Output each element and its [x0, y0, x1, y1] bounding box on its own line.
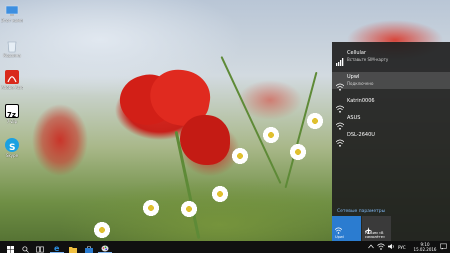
network-name: ASUS — [347, 115, 361, 121]
action-center-button[interactable] — [440, 243, 447, 251]
wifi-icon — [335, 132, 345, 147]
svg-text:S: S — [9, 143, 15, 153]
tray-volume-icon[interactable] — [388, 243, 395, 251]
poppy-petal — [180, 115, 230, 165]
daisy-flower — [262, 126, 280, 144]
acrobat-icon — [5, 70, 19, 84]
edge-icon: e — [53, 237, 61, 256]
wifi-toggle-tile[interactable]: Upwl — [332, 216, 361, 241]
taskbar-edge[interactable]: e — [50, 241, 64, 253]
network-item-katrin0006[interactable]: Katrin0006 — [332, 96, 450, 113]
wifi-icon — [334, 219, 343, 234]
start-button[interactable] — [3, 241, 17, 253]
wifi-icon — [335, 98, 345, 113]
desktop-icon-7zip[interactable]: 7z 7-Zip — [1, 104, 23, 124]
network-name: Katrin0006 — [347, 98, 375, 104]
wifi-icon — [335, 115, 345, 130]
network-flyout: Cellular Вставьте SIM-карту Upwl Подключ… — [332, 42, 450, 241]
desktop-icon-label: Этот компьютер — [1, 18, 23, 23]
daisy-flower — [230, 146, 250, 166]
clock-date: 15.02.2016 — [413, 247, 437, 252]
airplane-mode-tile[interactable]: Режим «В самолёте» — [362, 216, 391, 241]
wifi-icon — [335, 76, 345, 91]
paint-icon — [101, 237, 109, 256]
network-name: Upwl — [347, 74, 360, 80]
network-status: Подключено — [347, 81, 374, 86]
taskbar: e РУС 9:10 15.02.2016 — [0, 241, 450, 253]
network-item-upwl[interactable]: Upwl Подключено — [332, 72, 450, 91]
network-settings-link[interactable]: Сетевые параметры — [337, 209, 385, 214]
search-icon — [21, 238, 29, 257]
taskbar-store[interactable] — [82, 241, 96, 253]
tray-network-icon[interactable] — [377, 243, 385, 251]
network-name: Cellular — [347, 50, 367, 56]
tile-label: Upwl — [335, 235, 344, 239]
network-status: Вставьте SIM-карту — [347, 57, 389, 62]
desktop-icon-label: Skype — [5, 153, 19, 158]
windows-logo-icon — [6, 238, 14, 257]
desktop-icon-label: Корзина — [3, 53, 21, 58]
desktop-icon-this-pc[interactable]: Этот компьютер — [1, 3, 23, 23]
tray-language-indicator[interactable]: РУС — [398, 245, 406, 250]
7zip-icon: 7z — [5, 104, 19, 119]
desktop-icon-skype[interactable]: S Skype — [1, 138, 23, 158]
quick-action-tiles: Upwl Режим «В самолёте» — [332, 216, 450, 241]
airplane-icon — [365, 219, 372, 234]
daisy-flower — [180, 200, 198, 218]
skype-icon: S — [5, 138, 19, 153]
flower-stem — [284, 71, 318, 189]
taskbar-paint-app[interactable] — [98, 241, 112, 253]
daisy-flower — [288, 142, 308, 162]
network-name: DSL-2640U — [347, 132, 375, 138]
search-button[interactable] — [18, 241, 32, 253]
network-item-asus[interactable]: ASUS — [332, 113, 450, 130]
network-item-dsl-2640u[interactable]: DSL-2640U — [332, 130, 450, 147]
daisy-flower — [140, 197, 162, 219]
svg-text:7z: 7z — [7, 111, 16, 119]
tray-overflow-icon[interactable] — [368, 244, 374, 250]
network-item-cellular[interactable]: Cellular Вставьте SIM-карту — [332, 48, 450, 66]
desktop-icon-recycle-bin[interactable]: Корзина — [1, 38, 23, 58]
task-view-button[interactable] — [33, 241, 47, 253]
task-view-icon — [36, 238, 44, 257]
flower-stem — [220, 56, 282, 184]
this-pc-icon — [5, 3, 19, 17]
action-center-icon — [440, 243, 447, 251]
daisy-flower — [306, 112, 324, 130]
desktop-icon-acrobat[interactable]: Adobe Acrobat — [1, 70, 23, 90]
recycle-bin-icon — [5, 38, 19, 53]
taskbar-clock[interactable]: 9:10 15.02.2016 — [412, 242, 438, 252]
tile-label: Режим «В самолёте» — [365, 231, 386, 239]
desktop-icon-label: Adobe Acrobat — [1, 85, 23, 90]
folder-icon — [69, 238, 77, 257]
store-icon — [85, 238, 93, 257]
svg-text:e: e — [54, 244, 60, 252]
desktop-icon-label: 7-Zip — [6, 119, 18, 124]
cellular-icon — [336, 51, 344, 66]
daisy-flower — [208, 182, 232, 206]
taskbar-file-explorer[interactable] — [66, 241, 80, 253]
